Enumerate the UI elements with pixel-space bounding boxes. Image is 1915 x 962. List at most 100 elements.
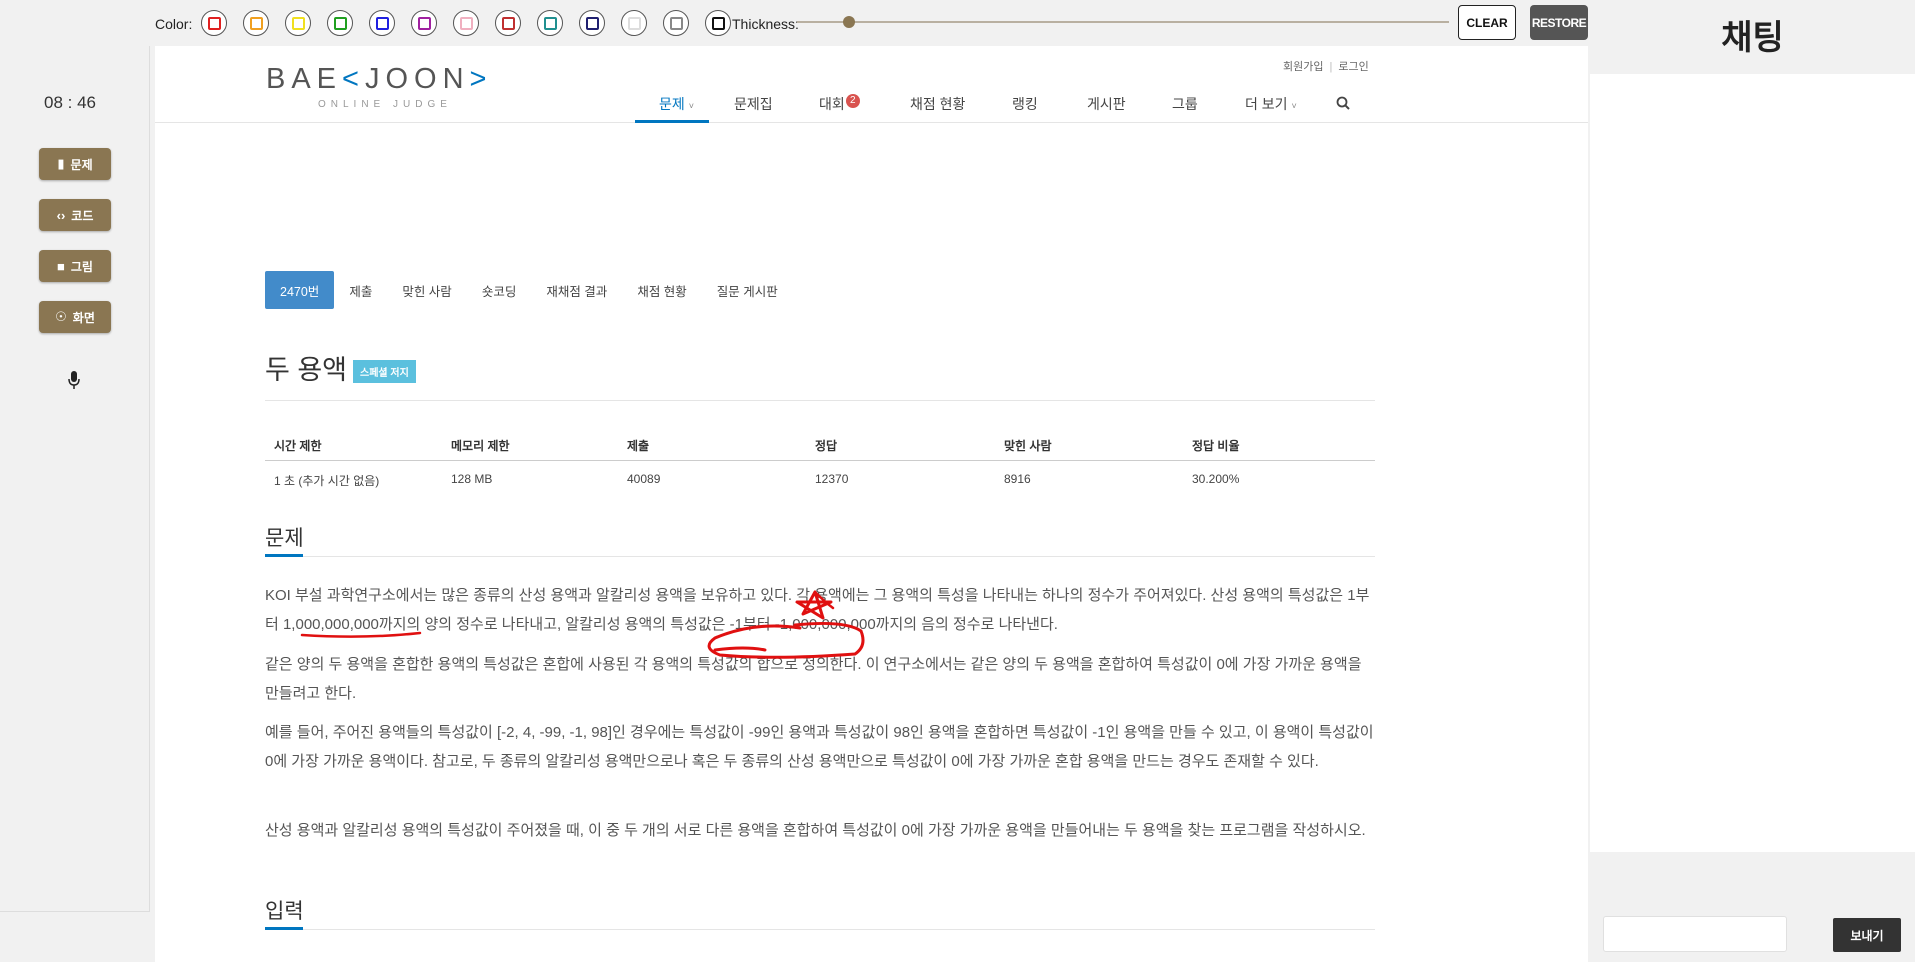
table-cell: 128 MB	[451, 472, 493, 486]
table-header: 제출	[627, 439, 650, 453]
logo[interactable]: BAE<JOON>	[266, 63, 492, 96]
signup-link[interactable]: 회원가입	[1283, 61, 1323, 73]
code-button-label: 코드	[71, 208, 94, 223]
swatch-square-icon	[627, 16, 641, 30]
table-header: 시간 제한	[274, 439, 322, 453]
nav-problems[interactable]: 문제 ˅	[659, 94, 694, 114]
swatch-square-icon	[711, 16, 725, 30]
problem-info-table: 시간 제한 메모리 제한 제출 정답 맞힌 사람 정답 비율 1 초 (추가 시…	[265, 426, 1375, 496]
table-header: 정답 비율	[1192, 439, 1240, 453]
screen-button[interactable]: ☉ 화면	[39, 301, 111, 333]
chat-messages	[1590, 74, 1915, 852]
send-button[interactable]: 보내기	[1833, 918, 1901, 952]
thickness-label: Thickness:	[732, 16, 799, 32]
nav-contest[interactable]: 대회 2	[819, 94, 860, 114]
color-swatch[interactable]	[369, 10, 395, 36]
nav-board[interactable]: 게시판	[1087, 94, 1126, 114]
tab-solvers[interactable]: 맞힌 사람	[387, 271, 466, 309]
code-icon: ‹›	[56, 207, 66, 223]
color-swatch[interactable]	[705, 10, 731, 36]
chat-icon: ▮	[57, 156, 65, 171]
swatch-square-icon	[249, 16, 263, 30]
swatch-square-icon	[585, 16, 599, 30]
color-swatch[interactable]	[243, 10, 269, 36]
site-header: BAE<JOON> ONLINE JUDGE 회원가입 | 로그인 문제 ˅ 문제집 …	[155, 46, 1588, 123]
color-swatch[interactable]	[621, 10, 647, 36]
problem-paragraph: 예를 들어, 주어진 용액들의 특성값이 [-2, 4, -99, -1, 98…	[265, 724, 1374, 770]
nav-group[interactable]: 그룹	[1172, 94, 1198, 114]
contest-badge: 2	[845, 94, 860, 108]
color-swatch[interactable]	[327, 10, 353, 36]
color-swatch[interactable]	[285, 10, 311, 36]
search-icon[interactable]	[1336, 96, 1350, 110]
table-cell: 30.200%	[1192, 472, 1240, 486]
table-header: 맞힌 사람	[1004, 439, 1052, 453]
nav-more[interactable]: 더 보기 ˅	[1245, 94, 1297, 114]
swatch-square-icon	[543, 16, 557, 30]
section-divider	[265, 556, 1375, 557]
draw-button-label: 그림	[70, 259, 93, 274]
swatch-square-icon	[459, 16, 473, 30]
logo-subtitle: ONLINE JUDGE	[318, 99, 452, 110]
swatch-square-icon	[333, 16, 347, 30]
microphone-icon[interactable]	[66, 370, 82, 392]
nav-workbook[interactable]: 문제집	[734, 94, 773, 114]
problem-title: 두 용액	[265, 355, 348, 385]
login-link[interactable]: 로그인	[1338, 61, 1368, 73]
swatch-square-icon	[417, 16, 431, 30]
color-swatch[interactable]	[201, 10, 227, 36]
chat-input[interactable]	[1603, 916, 1787, 952]
left-sidebar: 08 : 46 ▮ 문제 ‹› 코드 ■ 그림 ☉ 화면	[0, 46, 150, 912]
section-heading-input: 입력	[265, 900, 304, 923]
tab-short-coding[interactable]: 숏코딩	[467, 271, 532, 309]
code-button[interactable]: ‹› 코드	[39, 199, 111, 231]
thickness-slider-track[interactable]	[797, 21, 1449, 23]
color-label: Color:	[155, 16, 193, 32]
problem-paragraph: 같은 양의 두 용액을 혼합한 용액의 특성값은 혼합에 사용된 각 용액의 특…	[265, 656, 1362, 702]
swatch-square-icon	[375, 16, 389, 30]
tab-problem-number[interactable]: 2470번	[265, 271, 335, 309]
swatch-square-icon	[291, 16, 305, 30]
color-swatch[interactable]	[579, 10, 605, 36]
swatch-square-icon	[501, 16, 515, 30]
table-cell: 40089	[627, 472, 661, 486]
nav-active-underline	[635, 120, 709, 123]
section-divider	[265, 929, 1375, 930]
tab-qna[interactable]: 질문 게시판	[702, 271, 793, 309]
table-header: 정답	[815, 439, 838, 453]
section-underline	[265, 927, 303, 930]
color-swatch[interactable]	[411, 10, 437, 36]
section-heading-problem: 문제	[265, 527, 304, 550]
thickness-slider-handle[interactable]	[843, 16, 855, 28]
tab-status[interactable]: 채점 현황	[622, 271, 701, 309]
nav-status[interactable]: 채점 현황	[910, 94, 965, 114]
chat-panel: 채팅 보내기	[1590, 0, 1915, 962]
section-underline	[265, 554, 303, 557]
problem-tabs: 2470번 제출 맞힌 사람 숏코딩 재채점 결과 채점 현황 질문 게시판	[265, 271, 793, 309]
color-swatch[interactable]	[663, 10, 689, 36]
problem-paragraph: KOI 부설 과학연구소에서는 많은 종류의 산성 용액과 알칼리성 용액을 보…	[265, 587, 1370, 633]
main-content: BAE<JOON> ONLINE JUDGE 회원가입 | 로그인 문제 ˅ 문제집 …	[155, 46, 1588, 962]
problem-button-label: 문제	[70, 157, 93, 172]
screen-button-label: 화면	[72, 310, 95, 325]
tab-rejudge[interactable]: 재채점 결과	[531, 271, 622, 309]
top-links: 회원가입 | 로그인	[1283, 61, 1369, 73]
tab-submit[interactable]: 제출	[334, 271, 387, 309]
clear-button[interactable]: CLEAR	[1458, 5, 1516, 40]
drawing-toolbar: Color: Thickness: CLEAR RESTORE	[0, 0, 1590, 46]
divider	[265, 400, 1375, 401]
special-judge-tag: 스페셜 저지	[353, 360, 416, 383]
swatch-square-icon	[669, 16, 683, 30]
problem-button[interactable]: ▮ 문제	[39, 148, 111, 180]
table-cell: 1 초 (추가 시간 없음)	[274, 474, 380, 488]
color-swatch[interactable]	[453, 10, 479, 36]
color-swatch[interactable]	[537, 10, 563, 36]
color-swatch[interactable]	[495, 10, 521, 36]
draw-button[interactable]: ■ 그림	[39, 250, 111, 282]
nav-ranking[interactable]: 랭킹	[1012, 94, 1038, 114]
color-swatches	[201, 10, 731, 36]
restore-button[interactable]: RESTORE	[1530, 5, 1588, 40]
timer: 08 : 46	[44, 93, 96, 112]
chat-title: 채팅	[1721, 19, 1784, 57]
broadcast-icon: ☉	[55, 309, 67, 324]
